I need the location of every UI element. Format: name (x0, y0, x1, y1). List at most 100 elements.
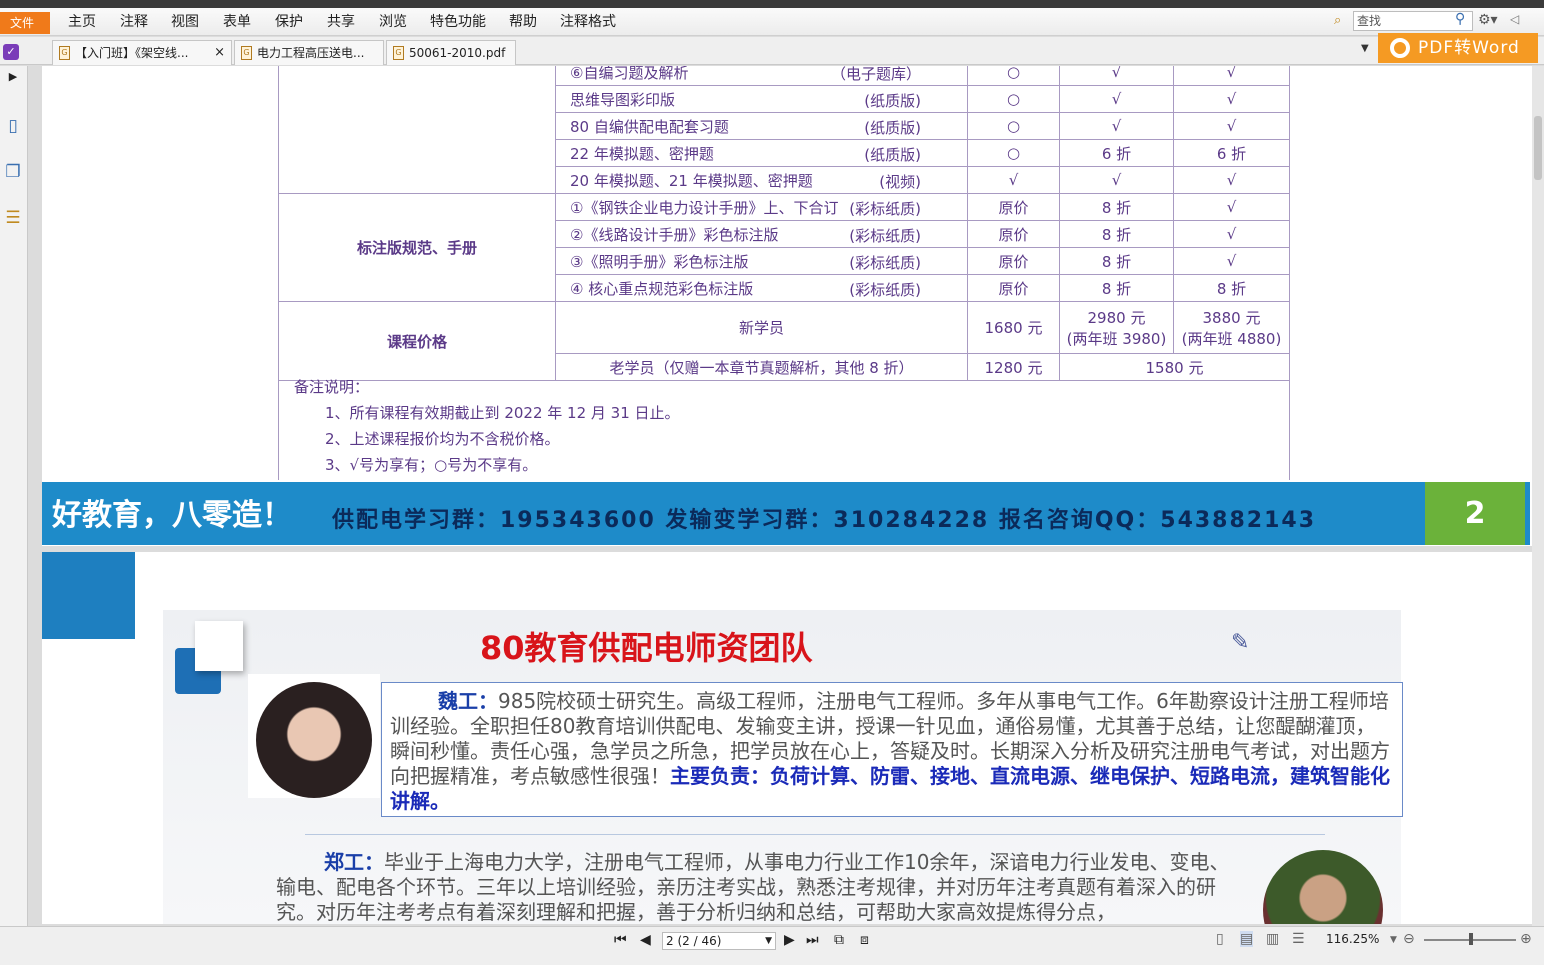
pdf-page-2: 80教育供配电师资团队 ✎ 魏工：985院校硕士研究生。高级工程师，注册电气工程… (42, 552, 1532, 924)
zoom-out-icon[interactable]: ⊖ (1403, 931, 1415, 947)
tab-label: 电力工程高压送电... (257, 46, 365, 60)
divider (305, 834, 1325, 835)
footer-banner: 好教育，八零造！ 供配电学习群：195343600 发输变学习群：3102842… (42, 482, 1530, 545)
pdf-file-icon: G (241, 46, 252, 60)
table-cell: 8 折 (1059, 193, 1174, 221)
table-cell: √ (1059, 166, 1174, 194)
table-cell: 6 折 (1059, 139, 1174, 167)
single-page-view-icon[interactable]: ▯ (1216, 931, 1224, 947)
comments-panel-icon[interactable]: ☰ (3, 208, 23, 230)
page-thumbnail-icon[interactable]: ▯ (3, 116, 23, 138)
banner-slogan: 好教育，八零造！ (52, 498, 292, 533)
chevron-down-icon[interactable]: ▼ (765, 933, 772, 949)
table-cell: ○ (967, 112, 1060, 140)
first-page-icon[interactable]: ⏮ (614, 932, 627, 948)
table-cell: √ (1173, 220, 1290, 248)
pdf-file-icon: G (393, 46, 404, 60)
menu-item-share[interactable]: 共享 (327, 12, 355, 32)
table-cell: √ (1059, 112, 1174, 140)
notes-title: 备注说明： (294, 378, 370, 396)
table-cell-item: ①《钢铁企业电力设计手册》上、下合订 (彩标纸质) (555, 193, 968, 221)
back-arrow-icon[interactable]: ◁ (1510, 12, 1519, 26)
menu-item-form[interactable]: 表单 (223, 12, 251, 32)
decorative-block (42, 552, 135, 639)
table-cell-item: 20 年模拟题、21 年模拟题、密押题 (视频) (555, 166, 968, 194)
gear-icon[interactable]: ⚙▾ (1478, 12, 1498, 28)
expand-arrow-icon[interactable]: ▶ (3, 70, 23, 92)
pdf-page-1: ⑥自编习题及解析 （电子题库） ○ √ √ 思维导图彩印版 (纸质版) ○ √ √ … (42, 66, 1532, 546)
table-cell-item: ④ 核心重点规范彩色标注版 (彩标纸质) (555, 274, 968, 302)
zoom-slider-handle[interactable] (1469, 933, 1473, 945)
menu-item-protect[interactable]: 保护 (275, 12, 303, 32)
table-cell-empty (278, 66, 556, 194)
document-tab-bar: G 【入门班】《架空线... × G 电力工程高压送电... G 50061-2… (0, 37, 1544, 65)
avatar (1263, 850, 1383, 924)
window-titlebar (0, 0, 1544, 8)
teacher-photo (248, 674, 380, 798)
tab-list-dropdown-icon[interactable]: ▼ (1361, 43, 1369, 54)
menu-item-view[interactable]: 视图 (171, 12, 199, 32)
file-menu-button[interactable]: 文件 (0, 12, 50, 34)
teacher-bio-text: 毕业于上海电力大学，注册电气工程师，从事电力行业工作10余年，深谙电力行业发电、… (276, 850, 1230, 924)
table-category-annotated: 标注版规范、手册 (278, 193, 556, 302)
prev-page-icon[interactable]: ◀ (640, 932, 651, 948)
banner-contact-groups: 供配电学习群：195343600 发输变学习群：310284228 报名咨询QQ… (332, 508, 1317, 533)
table-cell: 原价 (967, 274, 1060, 302)
table-cell: ○ (967, 85, 1060, 113)
table-cell-item: ②《线路设计手册》彩色标注版 (彩标纸质) (555, 220, 968, 248)
find-folder-icon[interactable]: ⌕ (1334, 13, 1350, 29)
reflow-view-icon[interactable]: ☰ (1292, 931, 1305, 947)
table-row: 课程价格 新学员 1680 元 2980 元 (两年班 3980) 3880 元(… (278, 301, 1290, 381)
left-sidebar: ▶ ▯ ❐ ☰ (0, 66, 28, 926)
convert-icon (1390, 38, 1410, 58)
close-icon[interactable]: × (214, 41, 225, 65)
screen-icon[interactable]: ⧈ (860, 932, 869, 948)
table-cell: 2980 元 (两年班 3980) (1059, 301, 1174, 354)
note-line: 2、上述课程报价均为不含税价格。 (325, 430, 560, 448)
menu-bar: 文件 主页 注释 视图 表单 保护 共享 浏览 特色功能 帮助 注释格式 (0, 8, 1544, 36)
table-cell: √ (1173, 85, 1290, 113)
menu-item-browse[interactable]: 浏览 (379, 12, 407, 32)
menu-item-home[interactable]: 主页 (68, 12, 96, 32)
table-cell-item: 22 年模拟题、密押题 (纸质版) (555, 139, 968, 167)
zoom-dropdown-icon[interactable]: ▼ (1390, 935, 1397, 945)
pdf-to-word-button[interactable]: PDF转Word (1378, 33, 1538, 63)
last-page-icon[interactable]: ⏭ (806, 932, 819, 948)
next-page-icon[interactable]: ▶ (784, 932, 795, 948)
tab-document-3[interactable]: G 50061-2010.pdf (386, 40, 516, 65)
status-bar: ⏮ ◀ 2 (2 / 46) ▼ ▶ ⏭ ⧉ ⧈ ▯ ▤ ▥ ☰ 116.25% … (0, 926, 1544, 965)
copy-icon[interactable]: ⧉ (834, 932, 844, 948)
teacher-name: 魏工： (438, 689, 498, 713)
pdf-to-word-label: PDF转Word (1418, 38, 1520, 58)
page-number-input[interactable]: 2 (2 / 46) ▼ (662, 932, 776, 950)
tab-label: 【入门班】《架空线... (75, 46, 189, 60)
app-logo-icon: ✓ (3, 44, 19, 60)
panel-splitter[interactable] (28, 66, 42, 926)
table-category-price: 课程价格 (278, 301, 556, 381)
pdf-file-icon: G (59, 46, 70, 60)
menu-item-help[interactable]: 帮助 (509, 12, 537, 32)
vertical-scrollbar[interactable] (1532, 66, 1544, 926)
search-icon[interactable]: ⚲ (1455, 11, 1465, 27)
note-line: 1、所有课程有效期截止到 2022 年 12 月 31 日止。 (325, 404, 680, 422)
table-cell-item: ③《照明手册》彩色标注版 (彩标纸质) (555, 247, 968, 275)
tab-document-1[interactable]: G 【入门班】《架空线... × (52, 40, 232, 65)
pages-panel-icon[interactable]: ❐ (3, 162, 23, 184)
zoom-in-icon[interactable]: ⊕ (1520, 931, 1532, 947)
menu-item-features[interactable]: 特色功能 (430, 12, 486, 32)
table-cell: 原价 (967, 247, 1060, 275)
two-page-view-icon[interactable]: ▥ (1266, 931, 1279, 947)
zoom-level[interactable]: 116.25% (1326, 932, 1379, 946)
table-cell: 3880 元 (两年班 4880) (1173, 301, 1290, 354)
menu-item-annotate[interactable]: 注释 (120, 12, 148, 32)
table-cell-item: ⑥自编习题及解析 （电子题库） (555, 66, 968, 86)
notes-section: 备注说明： 1、所有课程有效期截止到 2022 年 12 月 31 日止。 2、… (278, 370, 1290, 480)
table-cell: 8 折 (1059, 247, 1174, 275)
tab-document-2[interactable]: G 电力工程高压送电... (234, 40, 384, 65)
continuous-view-icon[interactable]: ▤ (1240, 931, 1254, 947)
scrollbar-thumb[interactable] (1534, 116, 1542, 180)
menu-item-annotation-format[interactable]: 注释格式 (560, 12, 616, 32)
table-cell: √ (1173, 166, 1290, 194)
table-cell: √ (1059, 85, 1174, 113)
page-number-value: 2 (2 / 46) (666, 934, 722, 948)
